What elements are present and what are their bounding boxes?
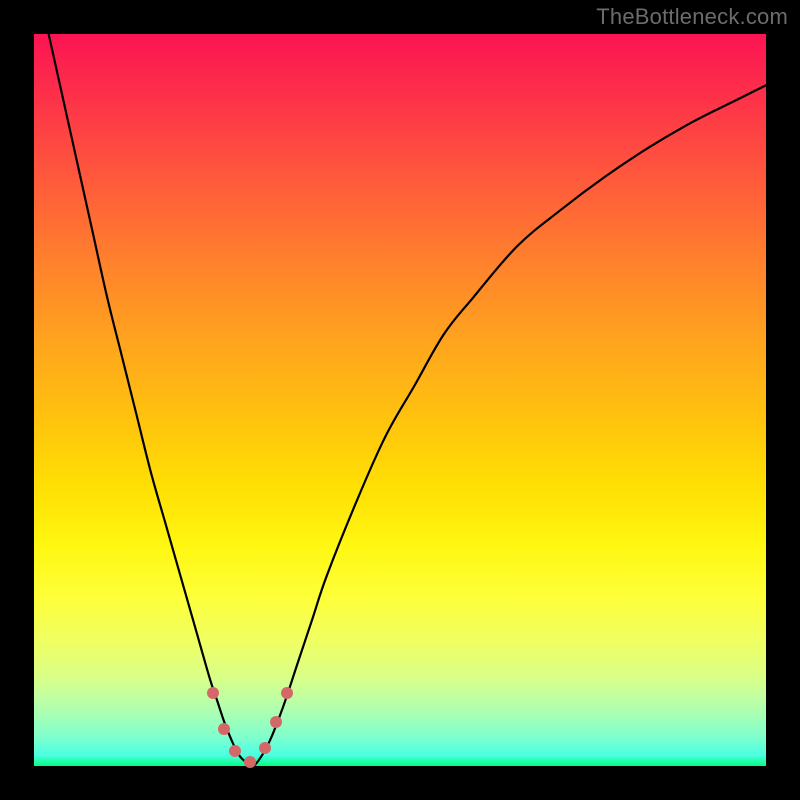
chart-frame: TheBottleneck.com xyxy=(0,0,800,800)
bottleneck-curve xyxy=(34,34,766,766)
plot-area xyxy=(34,34,766,766)
attribution-text: TheBottleneck.com xyxy=(596,4,788,30)
